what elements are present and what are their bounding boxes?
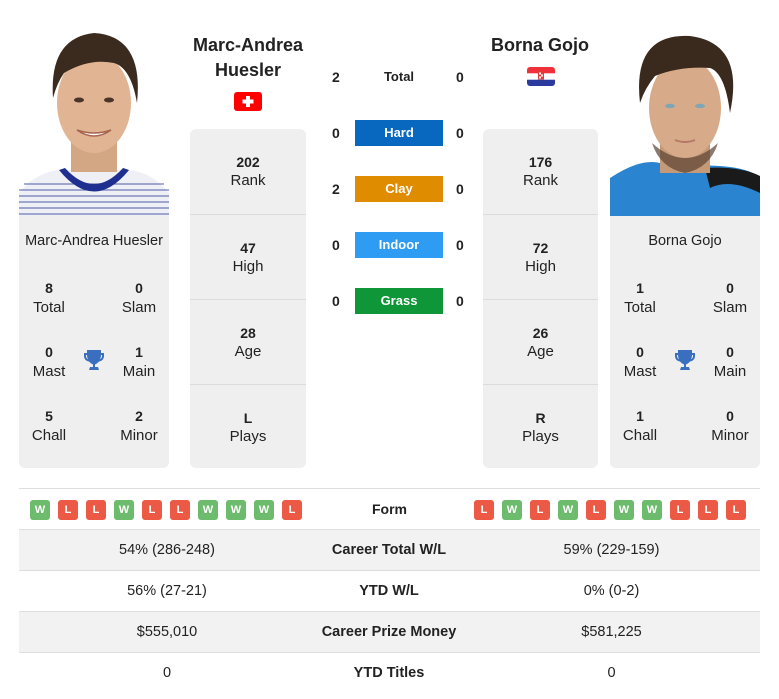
titles-slam: 0 Slam	[712, 280, 748, 316]
player-name-left[interactable]: Marc-Andrea Huesler	[180, 33, 316, 83]
surface-hard-badge[interactable]: Hard	[355, 120, 443, 146]
player-name-left-card: Marc-Andrea Huesler	[25, 233, 163, 249]
form-loss-badge[interactable]: L	[282, 500, 302, 520]
stat-plays: R Plays	[483, 384, 598, 469]
titles-mast: 0 Mast	[32, 344, 66, 380]
form-badges-right: LWLWLWWLLL	[474, 500, 746, 520]
form-loss-badge[interactable]: L	[586, 500, 606, 520]
player-name-right[interactable]: Borna Gojo	[476, 33, 604, 58]
stat-plays: L Plays	[190, 384, 306, 469]
comparison-row-career-wl: 54% (286-248) Career Total W/L 59% (229-…	[19, 529, 760, 570]
form-loss-badge[interactable]: L	[698, 500, 718, 520]
switzerland-flag-icon	[234, 92, 262, 111]
stat-age: 28 Age	[190, 299, 306, 384]
titles-minor: 2 Minor	[120, 408, 158, 444]
player-photo-gojo	[610, 18, 760, 216]
form-win-badge[interactable]: W	[614, 500, 634, 520]
trophy-icon	[82, 348, 106, 372]
form-win-badge[interactable]: W	[254, 500, 274, 520]
titles-card-right: Borna Gojo 1 Total 0 Slam 0 Mast 0 Main …	[610, 216, 760, 468]
titles-chall: 1 Chall	[622, 408, 658, 444]
form-win-badge[interactable]: W	[642, 500, 662, 520]
form-loss-badge[interactable]: L	[726, 500, 746, 520]
titles-slam: 0 Slam	[121, 280, 157, 316]
titles-minor: 0 Minor	[711, 408, 749, 444]
form-badges-left: WLLWLLWWWL	[30, 500, 302, 520]
stat-age: 26 Age	[483, 299, 598, 384]
form-label: Form	[372, 501, 407, 517]
titles-total: 8 Total	[33, 280, 65, 316]
form-loss-badge[interactable]: L	[474, 500, 494, 520]
stats-card-right: 176 Rank 72 High 26 Age R Plays	[483, 129, 598, 468]
player-photo-left	[19, 18, 169, 216]
titles-chall: 5 Chall	[31, 408, 67, 444]
stat-high: 47 High	[190, 214, 306, 299]
player-photo-huesler	[19, 18, 169, 216]
form-loss-badge[interactable]: L	[86, 500, 106, 520]
form-loss-badge[interactable]: L	[142, 500, 162, 520]
form-loss-badge[interactable]: L	[670, 500, 690, 520]
titles-main: 1 Main	[122, 344, 156, 380]
h2h-total-row: 2 Total 0	[320, 64, 480, 90]
form-loss-badge[interactable]: L	[58, 500, 78, 520]
form-win-badge[interactable]: W	[198, 500, 218, 520]
comparison-row-prize-money: $555,010 Career Prize Money $581,225	[19, 611, 760, 652]
titles-card-left: Marc-Andrea Huesler 8 Total 0 Slam 0 Mas…	[19, 216, 169, 468]
form-row: WLLWLLWWWL Form LWLWLWWLLL	[19, 489, 760, 529]
player-name-right-card: Borna Gojo	[648, 233, 722, 249]
titles-main: 0 Main	[713, 344, 747, 380]
comparison-row-ytd-wl: 56% (27-21) YTD W/L 0% (0-2)	[19, 570, 760, 611]
titles-total: 1 Total	[624, 280, 656, 316]
h2h-indoor-row: 0 Indoor 0	[320, 232, 480, 258]
form-loss-badge[interactable]: L	[170, 500, 190, 520]
stat-high: 72 High	[483, 214, 598, 299]
comparison-row-ytd-titles: 0 YTD Titles 0	[19, 652, 760, 693]
form-win-badge[interactable]: W	[30, 500, 50, 520]
player-photo-right	[610, 18, 760, 216]
croatia-flag-icon	[527, 67, 555, 86]
stat-rank: 176 Rank	[522, 154, 559, 189]
surface-indoor-badge[interactable]: Indoor	[355, 232, 443, 258]
trophy-icon	[673, 348, 697, 372]
form-win-badge[interactable]: W	[226, 500, 246, 520]
titles-mast: 0 Mast	[623, 344, 657, 380]
form-win-badge[interactable]: W	[558, 500, 578, 520]
form-win-badge[interactable]: W	[502, 500, 522, 520]
stat-rank: 202 Rank	[230, 154, 266, 189]
form-loss-badge[interactable]: L	[530, 500, 550, 520]
form-win-badge[interactable]: W	[114, 500, 134, 520]
surface-clay-badge[interactable]: Clay	[355, 176, 443, 202]
h2h-clay-row: 2 Clay 0	[320, 176, 480, 202]
stats-card-left: 202 Rank 47 High 28 Age L Plays	[190, 129, 306, 468]
h2h-grass-row: 0 Grass 0	[320, 288, 480, 314]
h2h-total-label: Total	[383, 69, 415, 84]
h2h-hard-row: 0 Hard 0	[320, 120, 480, 146]
surface-grass-badge[interactable]: Grass	[355, 288, 443, 314]
